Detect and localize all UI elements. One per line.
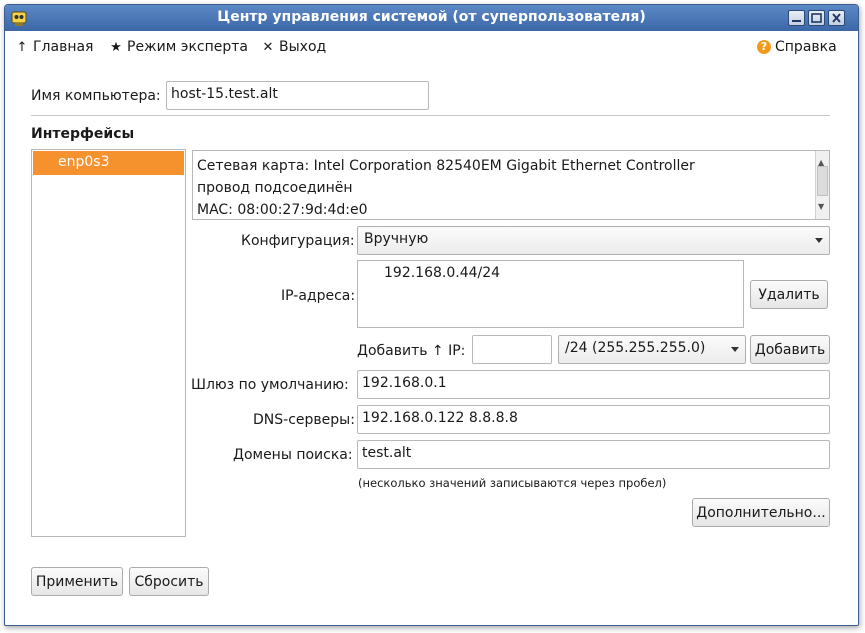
apply-button[interactable]: Применить bbox=[31, 567, 123, 596]
exit-label: Выход bbox=[279, 39, 327, 55]
toolbar: ↑ Главная ★ Режим эксперта ✕ Выход ? Спр… bbox=[5, 31, 858, 61]
dns-input[interactable]: 192.168.0.122 8.8.8.8 bbox=[357, 405, 830, 434]
scroll-down-icon[interactable]: ▼ bbox=[818, 196, 824, 218]
hostname-label: Имя компьютера: bbox=[31, 88, 161, 104]
exit-button[interactable]: ✕ Выход bbox=[261, 37, 327, 57]
separator bbox=[31, 115, 830, 116]
expert-mode-button[interactable]: ★ Режим эксперта bbox=[109, 37, 248, 57]
chevron-down-icon bbox=[731, 347, 739, 352]
title-bar[interactable]: Центр управления системой (от суперпольз… bbox=[5, 5, 858, 31]
info-scrollbar[interactable]: ▲ ▼ bbox=[815, 151, 829, 219]
star-icon: ★ bbox=[110, 39, 122, 55]
gateway-label: Шлюз по умолчанию: bbox=[191, 377, 349, 393]
netmask-value: /24 (255.255.255.0) bbox=[565, 340, 706, 356]
config-label: Конфигурация: bbox=[241, 233, 355, 249]
advanced-button[interactable]: Дополнительно... bbox=[692, 498, 830, 527]
interfaces-list[interactable]: enp0s3 bbox=[31, 149, 186, 537]
ip-label: IP-адреса: bbox=[281, 288, 356, 304]
interfaces-title: Интерфейсы bbox=[31, 126, 135, 142]
interface-item-enp0s3[interactable]: enp0s3 bbox=[33, 151, 184, 175]
window-title: Центр управления системой (от суперпольз… bbox=[217, 9, 646, 25]
maximize-icon bbox=[811, 13, 822, 23]
delete-ip-button[interactable]: Удалить bbox=[750, 280, 828, 309]
expert-mode-label: Режим эксперта bbox=[127, 39, 249, 55]
chevron-down-icon bbox=[815, 238, 823, 243]
add-ip-button[interactable]: Добавить bbox=[750, 335, 830, 364]
close-x-icon: ✕ bbox=[262, 39, 274, 55]
ip-address-item[interactable]: 192.168.0.44/24 bbox=[384, 265, 500, 281]
netmask-select[interactable]: /24 (255.255.255.0) bbox=[558, 335, 746, 364]
arrow-up-icon: ↑ bbox=[16, 39, 28, 55]
search-domains-label: Домены поиска: bbox=[233, 447, 353, 463]
control-center-window: Центр управления системой (от суперпольз… bbox=[4, 4, 859, 626]
dns-label: DNS-серверы: bbox=[253, 412, 355, 428]
close-button[interactable] bbox=[828, 10, 845, 26]
add-ip-label: Добавить ↑ IP: bbox=[357, 343, 466, 359]
home-button[interactable]: ↑ Главная bbox=[15, 37, 94, 57]
hostname-input[interactable]: host-15.test.alt bbox=[166, 81, 429, 110]
ip-address-list[interactable]: 192.168.0.44/24 bbox=[357, 260, 744, 328]
info-line: Сетевая карта: Intel Corporation 82540EM… bbox=[197, 158, 695, 174]
config-value: Вручную bbox=[364, 231, 429, 247]
home-label: Главная bbox=[33, 39, 94, 55]
help-icon: ? bbox=[757, 40, 771, 54]
maximize-button[interactable] bbox=[808, 10, 825, 26]
gateway-input[interactable]: 192.168.0.1 bbox=[357, 370, 830, 399]
config-select[interactable]: Вручную bbox=[357, 226, 830, 255]
scroll-thumb[interactable] bbox=[817, 166, 828, 196]
search-domains-hint: (несколько значений записываются через п… bbox=[358, 476, 667, 490]
info-line: провод подсоединён bbox=[197, 180, 353, 196]
help-button[interactable]: ? Справка bbox=[757, 37, 837, 57]
help-label: Справка bbox=[775, 39, 837, 55]
close-icon bbox=[832, 13, 841, 23]
search-domains-input[interactable]: test.alt bbox=[357, 440, 830, 469]
minimize-icon bbox=[792, 20, 801, 22]
new-ip-input[interactable] bbox=[472, 335, 552, 364]
info-line: MAC: 08:00:27:9d:4d:e0 bbox=[197, 202, 368, 218]
reset-button[interactable]: Сбросить bbox=[129, 567, 209, 596]
interface-info: Сетевая карта: Intel Corporation 82540EM… bbox=[192, 150, 830, 220]
minimize-button[interactable] bbox=[788, 10, 805, 26]
